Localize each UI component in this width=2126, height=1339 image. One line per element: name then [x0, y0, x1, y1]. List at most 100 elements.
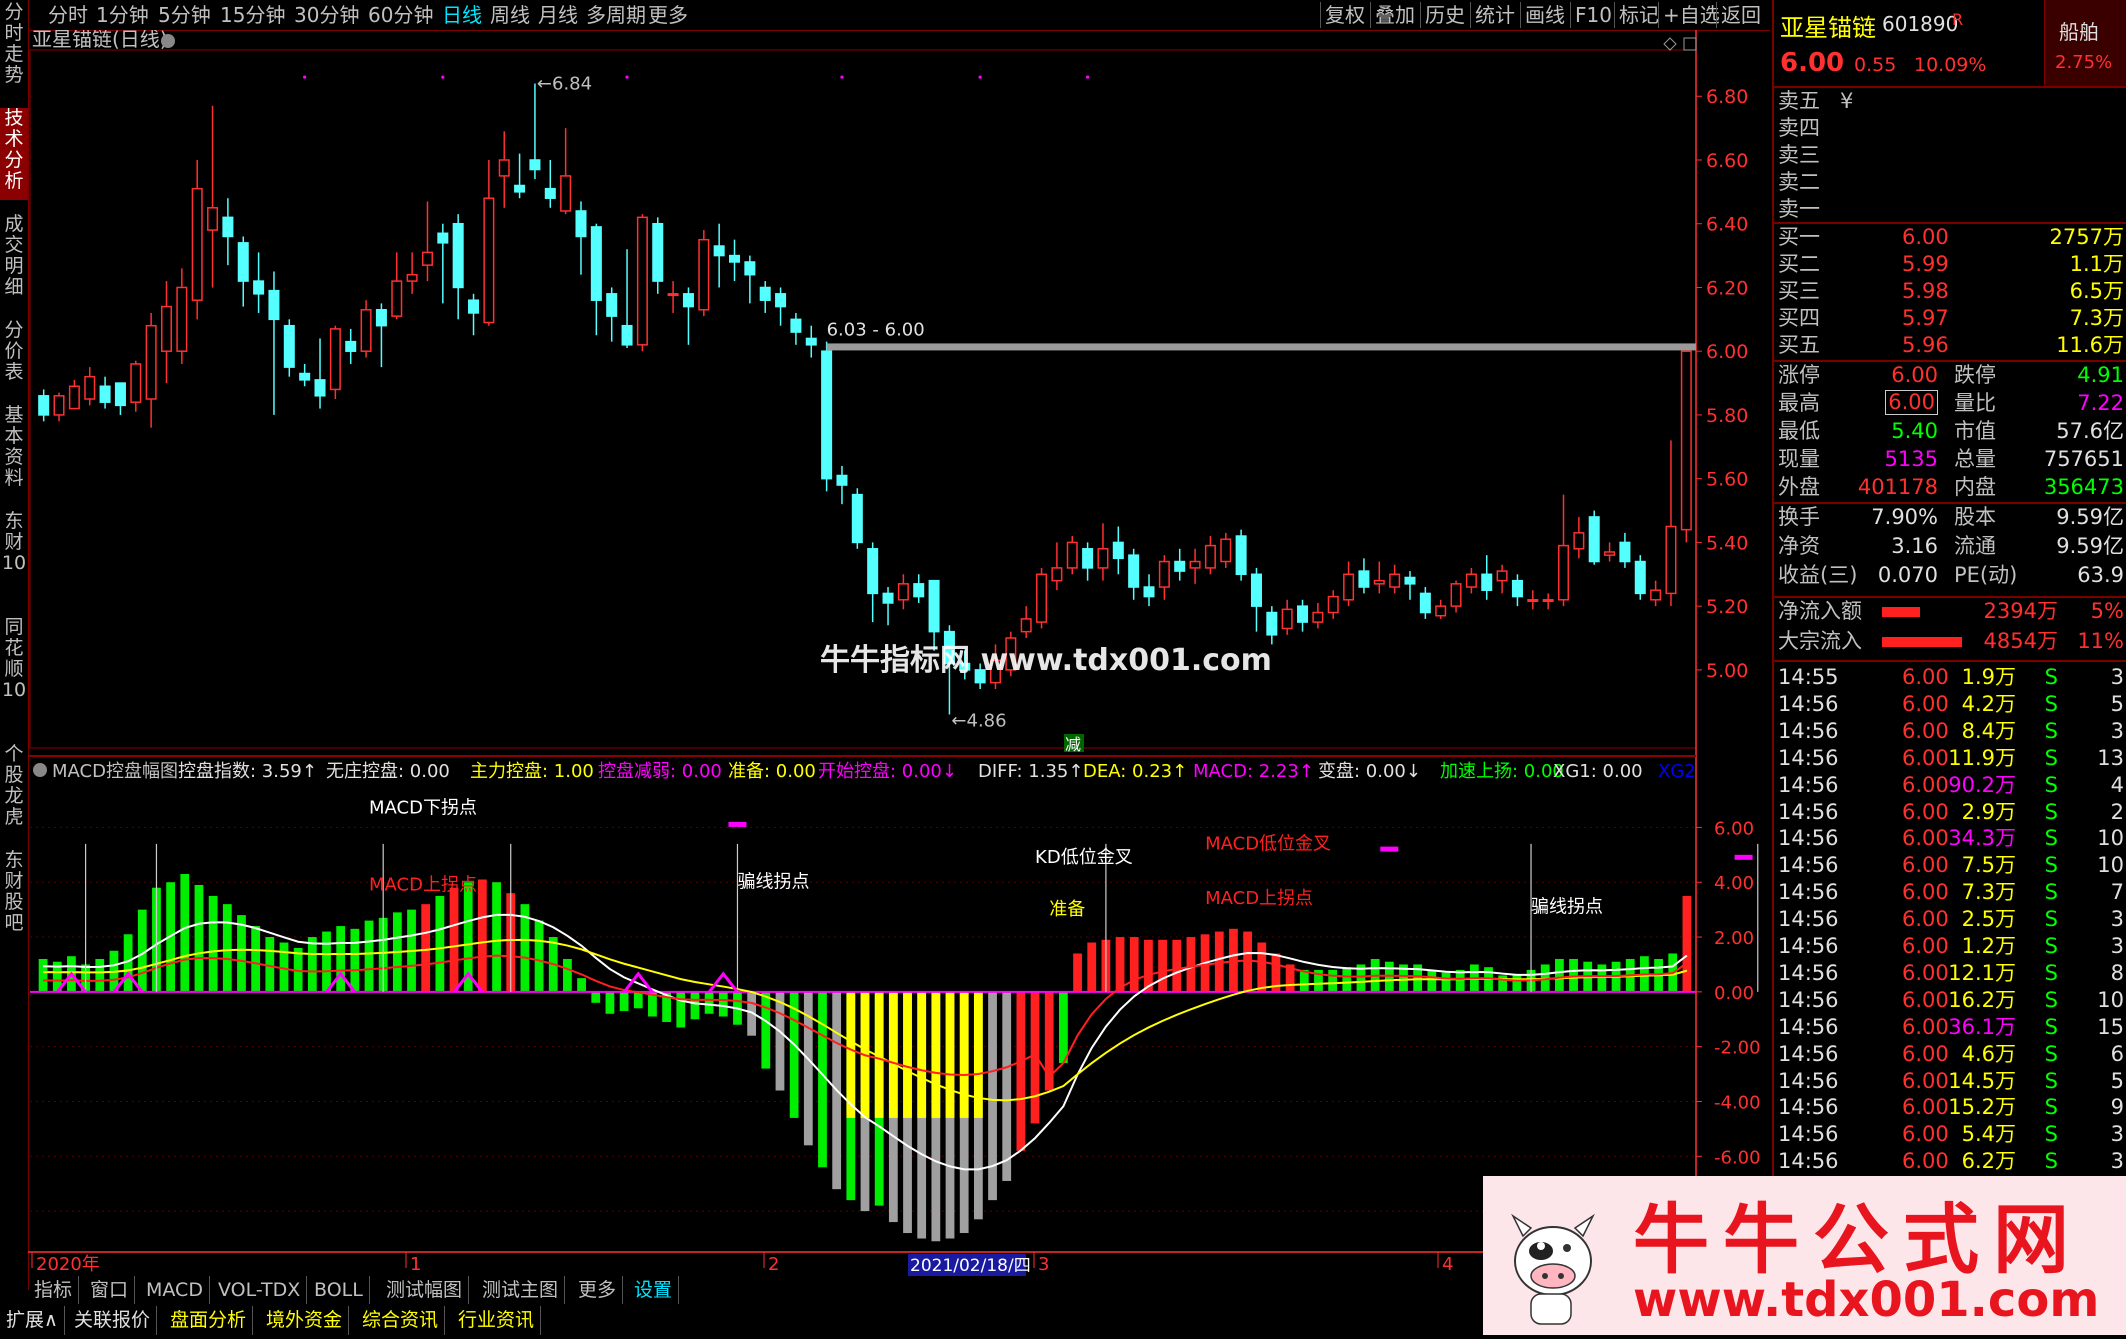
chevron-down-icon[interactable]	[161, 34, 175, 48]
stock-name: 亚星锚链	[1780, 14, 1876, 42]
indicator-tab-0[interactable]: 指标	[28, 1276, 80, 1304]
stat-label-2: 量比	[1954, 391, 1996, 415]
indicator-tab-4[interactable]: BOLL	[308, 1276, 370, 1304]
toolbar-action-3[interactable]: 统计	[1470, 2, 1515, 28]
stat-row: 涨停 6.00 跌停 4.91	[1778, 362, 2124, 389]
period-tab-6[interactable]: 日线	[442, 2, 482, 28]
status-tab-3[interactable]: 境外资金	[260, 1306, 350, 1335]
candle-body	[283, 324, 295, 368]
period-tab-1[interactable]: 1分钟	[96, 2, 149, 28]
toolbar-action-1[interactable]: 叠加	[1370, 2, 1415, 28]
left-tab-7[interactable]: 个股龙虎	[0, 744, 28, 836]
period-tab-0[interactable]: 分时	[48, 2, 88, 28]
price-tick-label: 6.20	[1706, 277, 1748, 299]
candle	[1389, 564, 1401, 594]
candle	[1250, 567, 1262, 632]
indicator-tab-1[interactable]: 窗口	[84, 1276, 136, 1304]
candle-body	[38, 395, 50, 416]
candle	[1051, 542, 1063, 591]
stat-label-2: 内盘	[1954, 475, 1996, 499]
indicator-tab-3[interactable]: VOL-TDX	[212, 1276, 308, 1304]
indicator-labels: MACD下拐点MACD上拐点MACD上拐点骗线拐点骗线拐点骗线拐点KD低位金叉M…	[369, 798, 1603, 920]
indicator-value-7: DEA: 0.23↑	[1083, 761, 1187, 782]
status-tab-2[interactable]: 盘面分析	[164, 1306, 254, 1335]
candle-body	[1281, 608, 1293, 630]
candle	[667, 281, 679, 313]
indicator-tab-8[interactable]: 设置	[628, 1276, 680, 1304]
candle	[437, 223, 449, 304]
toolbar-action-6[interactable]: 标记	[1614, 2, 1659, 28]
indicator-tab-7[interactable]: 更多	[572, 1276, 624, 1304]
indicator-tab-2[interactable]: MACD	[140, 1276, 210, 1304]
candle	[836, 465, 848, 505]
price-tick-label: 5.00	[1706, 660, 1748, 682]
toolbar-action-7[interactable]: +自选	[1658, 2, 1720, 28]
left-tab-0[interactable]: 分时走势	[0, 2, 28, 94]
candle	[1465, 567, 1477, 594]
candle-body	[1450, 583, 1462, 607]
macd-histogram	[30, 874, 1696, 1242]
candle	[1527, 590, 1539, 610]
candle-body	[1020, 618, 1032, 633]
candle	[1312, 602, 1324, 629]
candle	[84, 367, 96, 406]
left-tab-6[interactable]: 同花顺10	[0, 617, 28, 730]
tick-time: 14:56	[1778, 907, 1839, 932]
status-tab-5[interactable]: 行业资讯	[452, 1306, 542, 1335]
indicator-menu-icon[interactable]	[33, 763, 47, 777]
period-tab-5[interactable]: 60分钟	[368, 2, 433, 28]
candle	[1189, 548, 1201, 584]
tick-row: 14:56 6.00 8.4万 S 3	[1778, 718, 2124, 744]
period-tab-9[interactable]: 多周期	[586, 2, 646, 28]
candle-body	[575, 210, 587, 238]
date-label-year: 2020年	[36, 1254, 100, 1275]
left-tab-3[interactable]: 分价表	[0, 320, 28, 391]
toolbar-action-2[interactable]: 历史	[1420, 2, 1465, 28]
panel-toggle-icon[interactable]	[1683, 37, 1697, 51]
status-tab-1[interactable]: 关联报价	[68, 1306, 158, 1335]
candle	[314, 338, 326, 409]
candle-body	[130, 363, 142, 403]
left-tab-1[interactable]: 技术分析	[0, 108, 28, 200]
tick-count: 3	[2110, 1149, 2124, 1174]
main-chart-area[interactable]: 亚星锚链(日线) 6.80 6.60 6.40 6.20 6.00 5.80 5.60 5.4…	[28, 30, 1772, 1290]
period-tab-7[interactable]: 周线	[490, 2, 530, 28]
tick-side: S	[2044, 934, 2058, 958]
price-tick-label: 6.80	[1706, 86, 1748, 108]
sell-row: 卖二	[1778, 169, 2124, 196]
indicator-tab-6[interactable]: 测试主图	[476, 1276, 566, 1304]
candle-body	[682, 293, 694, 308]
toolbar-action-5[interactable]: F10	[1570, 2, 1612, 28]
diamond-icon[interactable]	[1663, 37, 1677, 51]
toolbar-action-0[interactable]: 复权	[1320, 2, 1365, 28]
toolbar-action-4[interactable]: 画线	[1520, 2, 1565, 28]
tick-row: 14:56 6.00 4.2万 S 5	[1778, 691, 2124, 717]
tick-time: 14:56	[1778, 718, 1839, 743]
candle	[805, 325, 817, 358]
candle	[544, 159, 556, 208]
period-tab-3[interactable]: 15分钟	[220, 2, 285, 28]
period-tab-10[interactable]: 更多	[648, 2, 688, 28]
tick-price: 6.00	[1902, 691, 1949, 716]
left-tab-4[interactable]: 基本资料	[0, 405, 28, 497]
indicator-tab-5[interactable]: 测试幅图	[380, 1276, 470, 1304]
candle	[1573, 516, 1585, 559]
candle	[99, 376, 111, 409]
ad-banner[interactable]: 牛牛公式网 www.tdx001.com	[1483, 1176, 2126, 1335]
macd-bar	[477, 879, 487, 992]
period-tab-4[interactable]: 30分钟	[294, 2, 359, 28]
status-tab-4[interactable]: 综合资讯	[356, 1306, 446, 1335]
toolbar-action-8[interactable]: 返回	[1716, 2, 1761, 28]
left-tab-2[interactable]: 成交明细	[0, 214, 28, 306]
macd-bar	[1328, 969, 1338, 992]
left-tab-8[interactable]: 东财股吧	[0, 850, 28, 942]
period-tab-8[interactable]: 月线	[538, 2, 578, 28]
tick-price: 6.00	[1902, 960, 1949, 985]
period-tab-2[interactable]: 5分钟	[158, 2, 211, 28]
candle-body	[1404, 576, 1416, 585]
status-tab-0[interactable]: 扩展∧	[0, 1306, 65, 1335]
sector-tag-box[interactable]: 船舶 2.75%	[2044, 0, 2126, 88]
left-tab-5[interactable]: 东财10	[0, 511, 28, 603]
buy-price: 5.98	[1902, 279, 1949, 303]
macd-bar	[1682, 895, 1692, 992]
